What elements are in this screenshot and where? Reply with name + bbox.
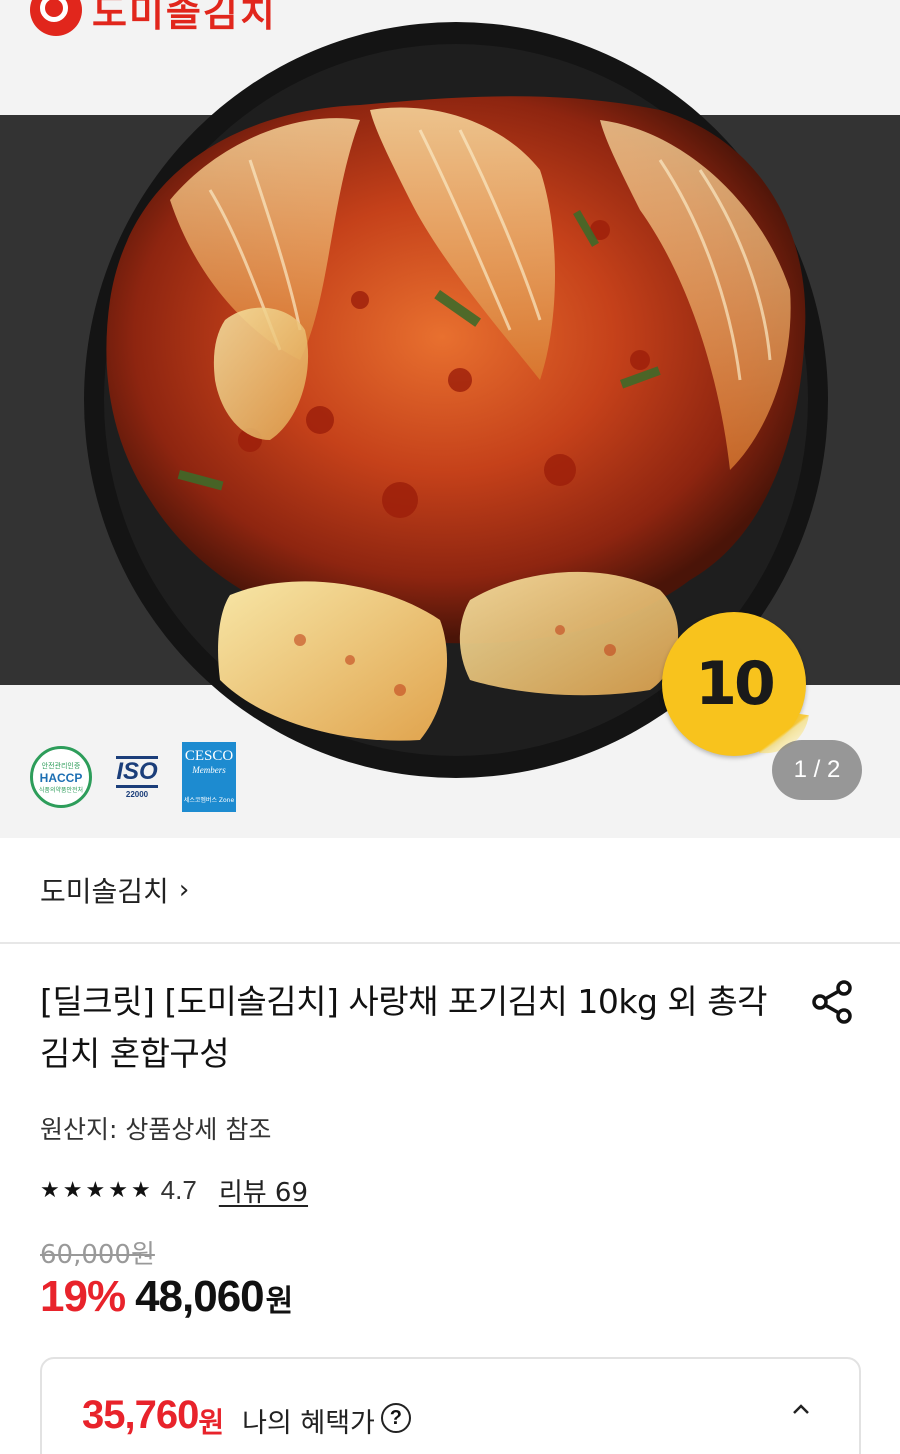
cesco-logo: CESCO Members 세스코멤버스 Zone [182,742,236,812]
reviews-link[interactable]: 리뷰 69 [219,1172,308,1209]
haccp-logo: 안전관리인증 HACCP 식품의약품안전처 [30,746,92,808]
cesco-bottom-text: 세스코멤버스 Zone [183,797,235,804]
chevron-right-icon: › [178,875,190,905]
my-benefit-price-panel[interactable]: 35,760 원 나의 혜택가 ? [40,1357,861,1454]
product-title: [딜크릿] [도미솔김치] 사랑채 포기김치 10kg 외 총각김치 혼합구성 [40,982,767,1073]
cesco-sub-text: Members [192,765,226,775]
certification-badges: 안전관리인증 HACCP 식품의약품안전처 ISO 22000 CESCO Me… [30,742,236,812]
haccp-main-text: HACCP [39,770,83,785]
sale-price: 48,060 [135,1272,265,1321]
brand-logo: 도미솔김치 [30,0,277,37]
benefit-label: 나의 혜택가 [242,1408,375,1439]
star-half-icon: ★ [130,1177,151,1203]
star-icon: ★ [40,1177,60,1203]
benefit-price: 35,760 [82,1393,199,1437]
brand-logo-icon [30,0,82,36]
rating-row: ★ ★ ★ ★ ★ 4.7 리뷰 69 [40,1172,308,1209]
star-icon: ★ [85,1177,106,1203]
iso-logo: ISO 22000 [106,746,168,808]
help-icon[interactable]: ? [380,1403,411,1433]
haccp-bottom-text: 식품의약품안전처 [38,786,84,794]
store-link[interactable]: 도미솔김치 › [0,838,900,944]
image-counter: 1 / 2 [772,740,862,800]
sale-price-row: 19% 48,060 원 [40,1272,293,1322]
product-image-carousel[interactable]: 도미솔김치 10 안전관리인증 HACCP 식품의약품안전처 ISO 22000… [0,0,900,838]
store-name: 도미솔김치 [40,875,169,908]
original-price: 60,000원 [40,1240,155,1270]
benefit-currency-unit: 원 [198,1406,225,1439]
share-icon [812,980,852,1024]
star-icon: ★ [108,1177,128,1203]
share-button[interactable] [808,978,856,1026]
discount-rate: 19% [40,1272,126,1321]
star-rating: ★ ★ ★ ★ ★ [40,1177,151,1203]
origin-info: 원산지: 상품상세 참조 [40,1115,272,1144]
haccp-top-text: 안전관리인증 [41,761,81,770]
rating-score: 4.7 [160,1175,197,1205]
currency-unit: 원 [265,1284,294,1319]
promo-badge: 10 [662,612,806,756]
chevron-up-icon[interactable] [791,1399,811,1419]
promo-badge-text: 10 [695,649,775,719]
star-icon: ★ [62,1177,83,1203]
iso-main-text: ISO [116,755,158,788]
brand-logo-text: 도미솔김치 [92,0,277,35]
iso-number-text: 22000 [125,789,149,799]
cesco-title-text: CESCO [184,748,234,764]
